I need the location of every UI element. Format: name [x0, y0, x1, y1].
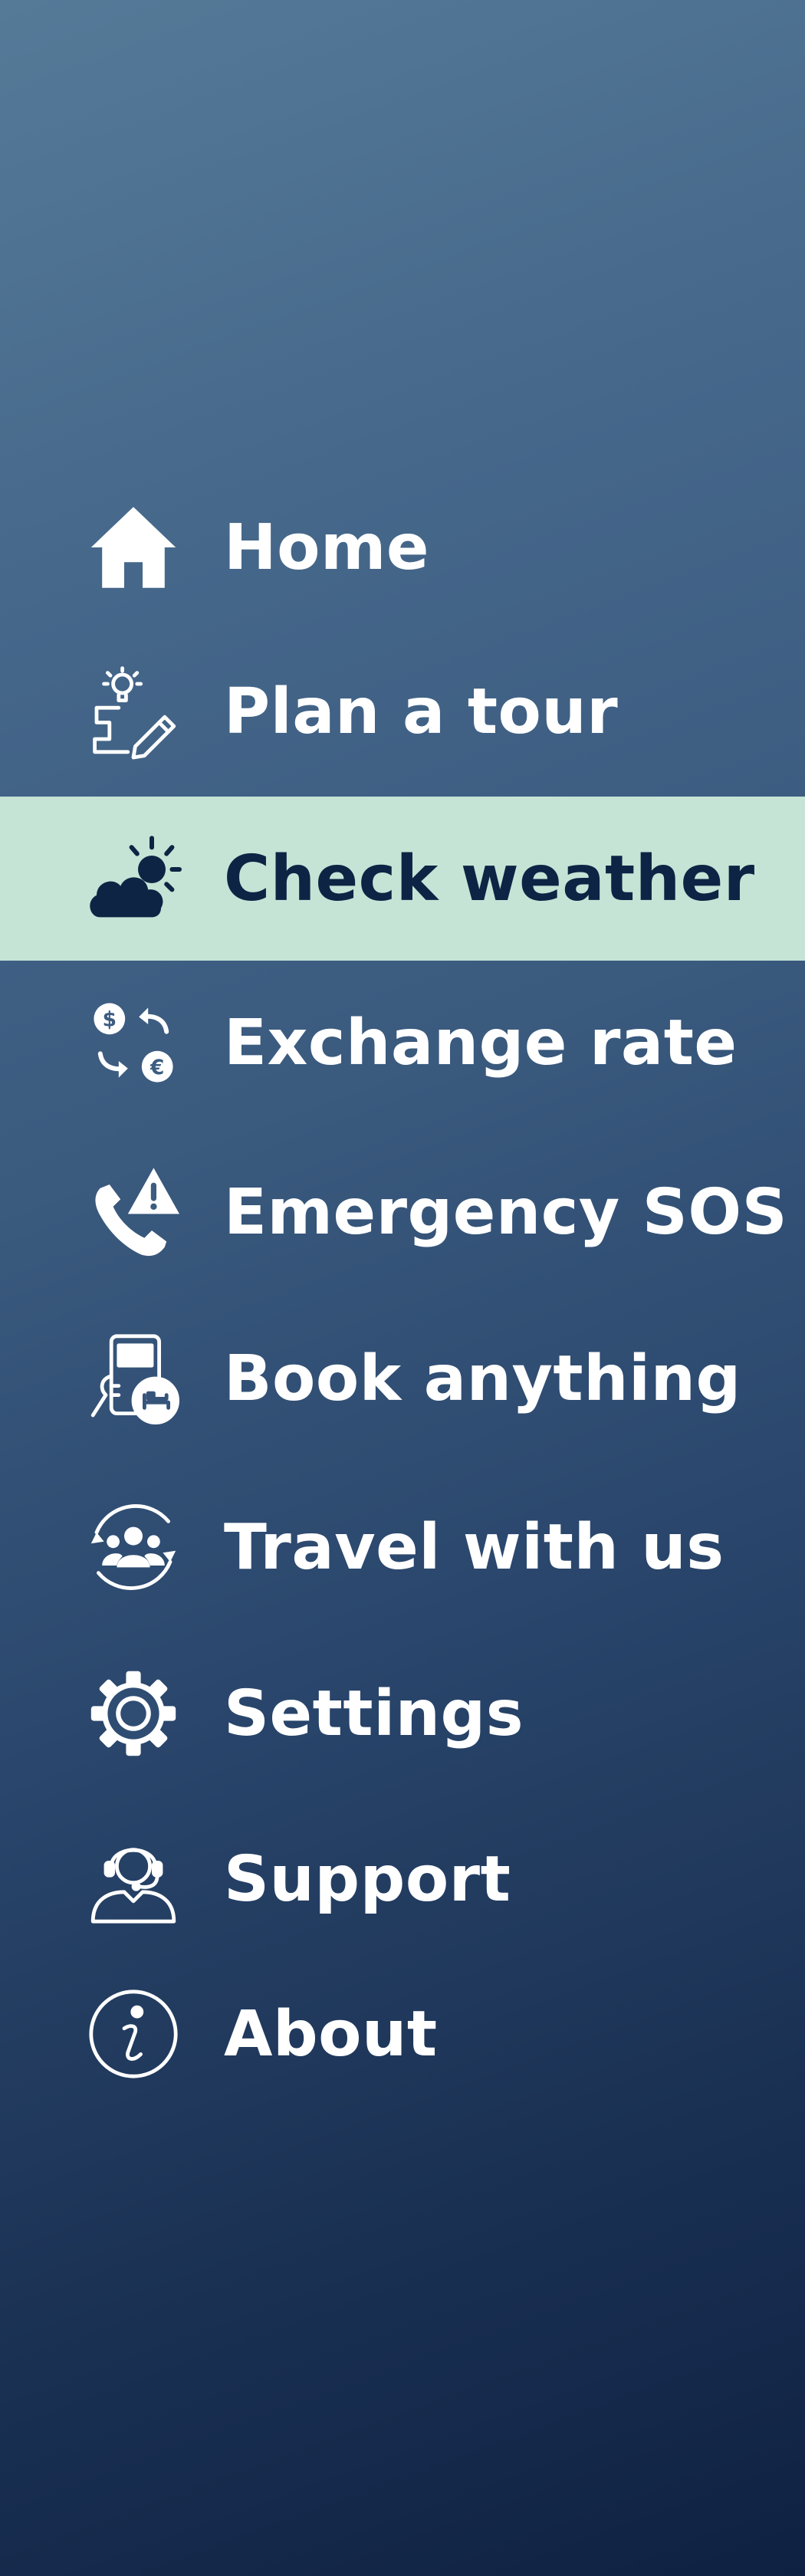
- menu-item-travel-with-us[interactable]: Travel with us: [0, 1465, 805, 1629]
- group-travel-icon: [80, 1493, 187, 1601]
- currency-exchange-icon: $ €: [80, 989, 187, 1096]
- home-icon: [80, 494, 187, 601]
- menu-item-support[interactable]: Support: [0, 1797, 805, 1961]
- weather-icon: [80, 825, 187, 932]
- menu-item-label-travel-with-us: Travel with us: [224, 1510, 724, 1584]
- menu-item-home[interactable]: Home: [0, 465, 805, 629]
- menu-item-label-support: Support: [224, 1842, 511, 1916]
- support-headset-icon: [80, 1825, 187, 1933]
- menu-item-check-weather[interactable]: Check weather: [0, 797, 805, 961]
- svg-text:$: $: [103, 1007, 117, 1031]
- menu-item-label-exchange-rate: Exchange rate: [224, 1006, 738, 1079]
- gear-icon: [80, 1660, 187, 1767]
- menu-item-exchange-rate[interactable]: $ € Exchange rate: [0, 961, 805, 1125]
- menu-item-label-about: About: [224, 1997, 438, 2071]
- side-menu: Home Plan a tour Check weather $ € Excha…: [0, 0, 805, 2576]
- info-icon: [80, 1980, 187, 2088]
- plan-tour-icon: [80, 658, 187, 765]
- booking-icon: [80, 1325, 187, 1432]
- menu-item-emergency-sos[interactable]: Emergency SOS: [0, 1130, 805, 1294]
- emergency-phone-icon: [80, 1158, 187, 1266]
- menu-item-label-settings: Settings: [224, 1677, 524, 1750]
- menu-item-book-anything[interactable]: Book anything: [0, 1296, 805, 1460]
- menu-item-label-emergency-sos: Emergency SOS: [224, 1175, 788, 1249]
- menu-item-plan-a-tour[interactable]: Plan a tour: [0, 629, 805, 794]
- menu-item-about[interactable]: About: [0, 1952, 805, 2116]
- menu-item-settings[interactable]: Settings: [0, 1631, 805, 1796]
- menu-item-label-plan-a-tour: Plan a tour: [224, 675, 619, 748]
- menu-item-label-check-weather: Check weather: [224, 842, 755, 915]
- svg-text:€: €: [150, 1056, 164, 1079]
- menu-item-label-book-anything: Book anything: [224, 1342, 741, 1415]
- menu-item-label-home: Home: [224, 511, 430, 584]
